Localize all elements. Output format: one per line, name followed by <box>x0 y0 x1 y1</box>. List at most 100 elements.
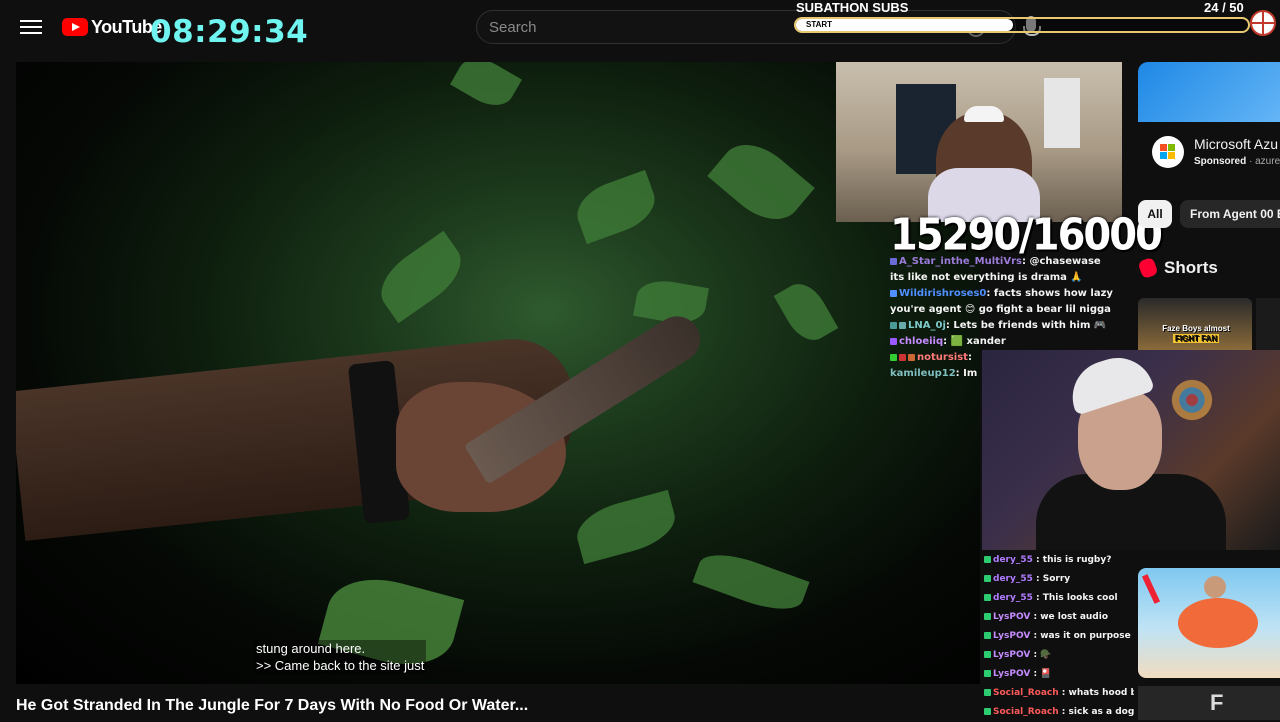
chat-message: @chasewase <box>1029 256 1101 267</box>
caption-line-2: >> Came back to the site just <box>256 658 425 673</box>
leaf-shape <box>569 169 663 245</box>
chat-message: facts shows how lazy <box>993 288 1113 299</box>
chat-badge-icon <box>984 689 991 696</box>
chat-badge-icon <box>984 613 991 620</box>
chat-badge-icon <box>890 337 897 345</box>
chat-badge-icon <box>890 257 897 265</box>
side-chat-row: dery_55 : This looks cool <box>984 589 1134 608</box>
chat-username: dery_55 <box>993 574 1033 584</box>
short-thumbnail-1[interactable]: Faze Boys almost FIGHT FAN <box>1138 298 1252 350</box>
chat-badge-icon <box>890 353 897 361</box>
overlay-chat-row: its like not everything is drama 🙏 <box>890 270 1126 286</box>
chat-badge-icon <box>890 321 897 329</box>
subathon-progress-bar: START <box>794 17 1250 33</box>
chat-message: Sorry <box>1042 574 1071 584</box>
subathon-count: 24 / 50 <box>1204 0 1244 15</box>
chat-username: notursist <box>917 352 968 363</box>
chat-username: LNA_0j <box>908 320 946 331</box>
short-thumbnail-2[interactable] <box>1256 298 1280 350</box>
side-chat-row: LysPOV : was it on purpose <box>984 627 1134 646</box>
faze-logo-text: F <box>1210 690 1224 715</box>
chat-badge-icon <box>984 594 991 601</box>
chat-badge-icon <box>984 651 991 658</box>
chat-message: 🪖 <box>1040 650 1052 660</box>
streamer-webcam-1 <box>836 62 1122 222</box>
leaf-shape <box>571 489 681 565</box>
microsoft-logo-icon[interactable] <box>1152 136 1184 168</box>
caption-line-1: stung around here. <box>256 641 366 656</box>
chat-badge-icon <box>984 708 991 715</box>
short-thumbnail-text: Faze Boys almost FIGHT FAN <box>1150 324 1242 344</box>
chat-username: kamileup12 <box>890 368 956 379</box>
chat-message: This looks cool <box>1042 593 1118 603</box>
side-chat-row: LysPOV : 🪖 <box>984 646 1134 665</box>
chat-badge-icon <box>908 353 915 361</box>
chat-username: LysPOV <box>993 631 1031 641</box>
background-lights <box>1152 360 1232 440</box>
chip-all[interactable]: All <box>1138 200 1172 228</box>
leaf-shape <box>773 276 839 348</box>
short-text-line-1: Faze Boys almost <box>1162 324 1230 333</box>
side-chat-row: Social_Roach : whats hood bridue <box>984 684 1134 703</box>
short-thumbnail-4[interactable] <box>1138 686 1280 720</box>
thumbnail-person <box>1204 576 1226 598</box>
chat-message: its like not everything is drama 🙏 <box>890 272 1083 283</box>
short-text-line-2: FIGHT FAN <box>1172 334 1220 343</box>
shorts-heading: Shorts <box>1164 258 1218 277</box>
chat-username: dery_55 <box>993 593 1033 603</box>
chat-username: LysPOV <box>993 650 1031 660</box>
ad-domain: · azure <box>1249 156 1280 167</box>
chat-message: was it on purpose <box>1040 631 1131 641</box>
ad-banner[interactable] <box>1138 62 1280 122</box>
chat-message: this is rugby? <box>1042 555 1112 565</box>
chat-username: LysPOV <box>993 612 1031 622</box>
leaf-shape <box>692 544 810 620</box>
chat-badge-icon <box>899 353 906 361</box>
chat-message: Im <box>963 368 978 379</box>
subathon-start-label: START <box>806 20 833 29</box>
chat-username: Wildirishroses0 <box>899 288 987 299</box>
chip-from-agent[interactable]: From Agent 00 E <box>1180 200 1280 228</box>
chat-username: dery_55 <box>993 555 1033 565</box>
chat-username: chloeiiq <box>899 336 944 347</box>
menu-icon[interactable] <box>20 16 42 38</box>
chat-username: LysPOV <box>993 669 1031 679</box>
youtube-logo[interactable]: YouTube <box>62 16 162 38</box>
chat-badge-icon <box>890 289 897 297</box>
overlay-chat-row: LNA_0j: Lets be friends with him 🎮 <box>890 318 1126 334</box>
side-chat-row: LysPOV : we lost audio <box>984 608 1134 627</box>
leaf-shape <box>369 230 473 324</box>
chat-badge-icon <box>899 321 906 329</box>
chat-badge-icon <box>984 632 991 639</box>
short-thumbnail-3[interactable] <box>1138 568 1280 678</box>
subathon-title: SUBATHON SUBS <box>796 0 909 15</box>
side-chat-row: dery_55 : this is rugby? <box>984 551 1134 570</box>
side-chat-row: Social_Roach : sick as a dog <box>984 703 1134 722</box>
side-chat: dery_55 : this is rugby? dery_55 : Sorry d… <box>984 551 1134 722</box>
red-arrow-icon <box>1141 574 1161 604</box>
overlay-chat-row: A_Star_inthe_MultiVrs: @chasewase <box>890 254 1126 270</box>
stream-timer: 08:29:34 <box>150 14 309 50</box>
chat-badge-icon <box>984 556 991 563</box>
side-chat-row: dery_55 : Sorry <box>984 570 1134 589</box>
crosshair-logo-icon <box>1250 10 1276 36</box>
video-title: He Got Stranded In The Jungle For 7 Days… <box>16 697 529 714</box>
chat-message: 🟩 xander <box>950 336 1006 347</box>
ad-sponsored: Sponsored · azure <box>1194 156 1280 167</box>
overlay-chat-row: chloeiiq: 🟩 xander <box>890 334 1126 350</box>
side-chat-row: LysPOV : 🎴 <box>984 665 1134 684</box>
chat-message: 🎴 <box>1040 669 1052 679</box>
chat-message: sick as a dog <box>1068 707 1134 717</box>
youtube-play-icon <box>62 18 88 36</box>
video-captions: stung around here. >> Came back to the s… <box>254 640 427 674</box>
chat-message: you're agent 😊 go fight a bear lil nigga <box>890 304 1111 315</box>
chat-badge-icon <box>984 575 991 582</box>
chat-message: Lets be friends with him 🎮 <box>953 320 1107 331</box>
chat-username: Social_Roach <box>993 707 1059 717</box>
chat-message: we lost audio <box>1040 612 1109 622</box>
overlay-chat-row: you're agent 😊 go fight a bear lil nigga <box>890 302 1126 318</box>
leaf-shape <box>707 130 815 234</box>
background-whiteboard <box>1044 78 1080 148</box>
ad-title[interactable]: Microsoft Azu <box>1194 136 1278 152</box>
overlay-chat-row: Wildirishroses0: facts shows how lazy <box>890 286 1126 302</box>
